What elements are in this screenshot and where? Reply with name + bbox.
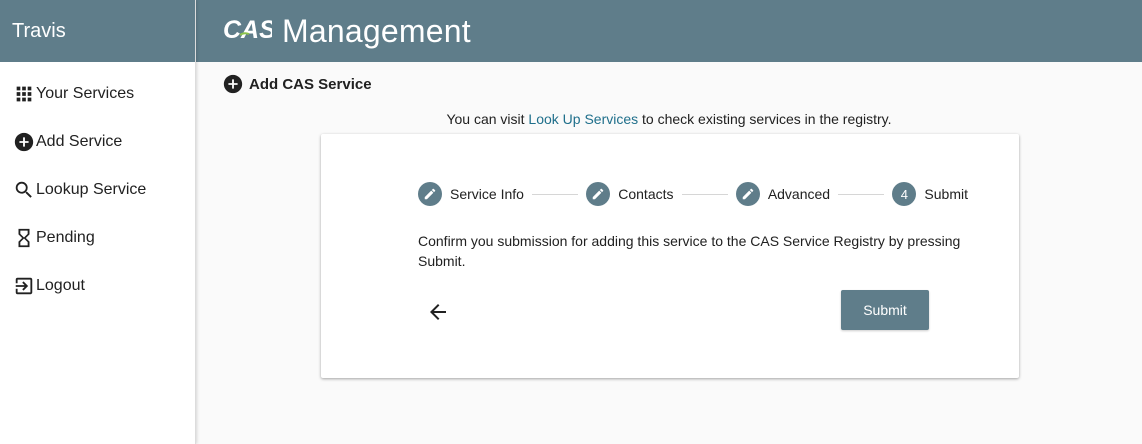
step-label: Advanced [767, 186, 831, 202]
step-number: 4 [892, 182, 917, 206]
add-circle-icon [222, 73, 244, 95]
pencil-icon [593, 188, 604, 200]
step-connector [838, 193, 885, 195]
lookup-services-link[interactable]: Look Up Services [528, 111, 638, 127]
step-connector [531, 193, 579, 195]
step-circle [586, 182, 611, 206]
step-label: Submit [924, 186, 968, 202]
sidebar-item-logout[interactable]: Logout [0, 262, 195, 310]
step-circle [418, 182, 442, 206]
submit-button[interactable]: Submit [841, 290, 929, 330]
arrow-back-icon [430, 304, 446, 320]
confirm-message: Confirm you submission for adding this s… [418, 233, 961, 269]
step-service-info[interactable]: Service Info [418, 182, 524, 206]
step-connector [681, 193, 728, 195]
pencil-icon [742, 188, 754, 200]
step-label: Service Info [450, 186, 524, 202]
stepper-card: Service Info Contacts Advanced 4 Submit … [321, 134, 1019, 378]
hourglass-icon [13, 227, 35, 249]
step-contacts[interactable]: Contacts [586, 182, 674, 206]
sidebar-item-label: Pending [36, 229, 95, 246]
step-label: Contacts [618, 186, 674, 202]
sidebar-item-label: Your Services [36, 85, 135, 102]
apps-grid-icon [13, 83, 35, 105]
info-message: You can visit Look Up Services to check … [196, 111, 1142, 127]
add-circle-icon [13, 131, 35, 153]
search-icon [13, 179, 35, 201]
step-submit[interactable]: 4 Submit [892, 182, 968, 206]
stepper: Service Info Contacts Advanced 4 Submit [418, 181, 968, 207]
sidebar-nav: Your Services Add Service Lookup Service… [0, 62, 195, 310]
sidebar-item-label: Lookup Service [36, 181, 147, 198]
sidebar-item-label: Logout [36, 277, 85, 294]
sidebar-item-your-services[interactable]: Your Services [0, 70, 195, 118]
sidebar-item-lookup-service[interactable]: Lookup Service [0, 166, 195, 214]
page-heading: Add CAS Service [222, 73, 372, 95]
sidebar-user-name: Travis [0, 0, 195, 62]
cas-logo: CAS [223, 16, 272, 44]
app-title: Management [282, 12, 471, 49]
step-advanced[interactable]: Advanced [735, 182, 831, 206]
step-circle [735, 182, 760, 206]
info-prefix: You can visit [446, 111, 525, 127]
logout-icon [13, 275, 35, 297]
cas-logo-text: CAS [223, 16, 272, 44]
pencil-icon [424, 188, 436, 200]
sidebar-item-pending[interactable]: Pending [0, 214, 195, 262]
sidebar-item-add-service[interactable]: Add Service [0, 118, 195, 166]
info-suffix: to check existing services in the regist… [642, 111, 892, 127]
app-header: CAS Management [196, 0, 1142, 62]
sidebar: Travis Your Services Add Service Lookup … [0, 0, 196, 444]
page-title: Add CAS Service [249, 75, 372, 93]
back-button[interactable] [426, 300, 450, 324]
sidebar-item-label: Add Service [36, 133, 123, 150]
